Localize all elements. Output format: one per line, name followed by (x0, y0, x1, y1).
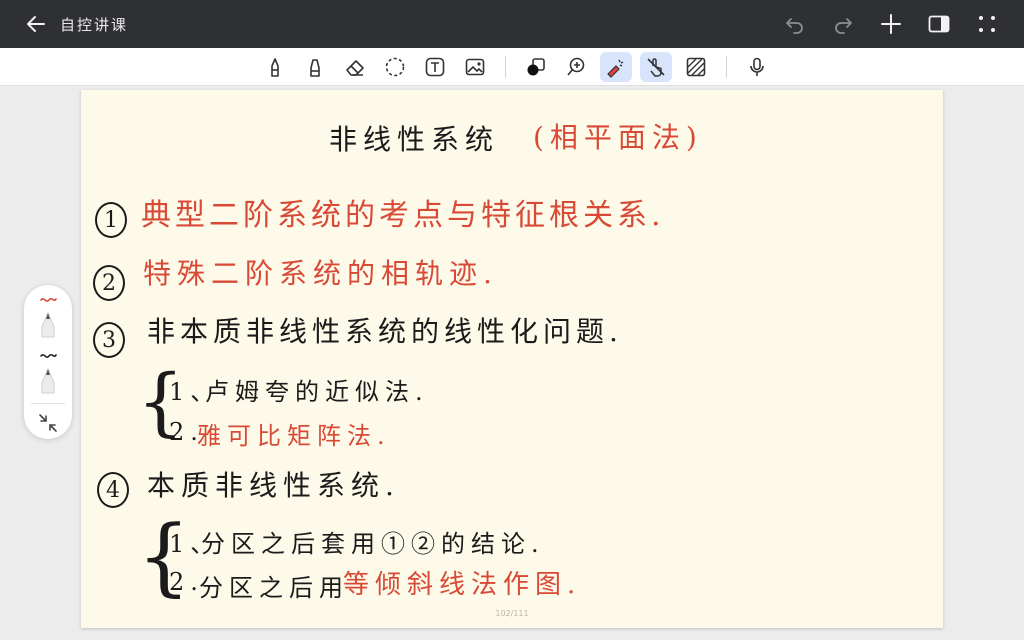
image-tool[interactable] (459, 52, 491, 82)
item-3-text: 非本质非线性系统的线性化问题. (147, 315, 623, 348)
app-top-bar: 自控讲课 (0, 0, 1024, 48)
quick-pen-red[interactable] (28, 291, 68, 341)
item-1-text: 典型二阶系统的考点与特征根关系. (141, 198, 665, 233)
highlighter-icon (310, 58, 320, 77)
sub3-item-1-text: 卢姆夸的近似法. (205, 378, 429, 406)
sub4-item-1-text: 分区之后套用①②的结论. (201, 530, 545, 558)
lasso-icon (385, 57, 405, 76)
quick-pen-black[interactable] (28, 347, 68, 397)
panel-divider (31, 403, 65, 404)
microphone-icon (750, 57, 764, 76)
undo-button[interactable] (774, 4, 816, 44)
laser-pointer-icon (607, 59, 624, 78)
toolbar-divider (505, 55, 506, 78)
pattern-icon (686, 57, 706, 76)
plus-icon (881, 14, 901, 34)
pattern-tool[interactable] (680, 52, 712, 82)
back-arrow-icon (27, 16, 45, 32)
touch-draw-icon (647, 57, 665, 77)
back-button[interactable] (12, 0, 60, 48)
sub4-item-2-text: 分区之后用 (199, 574, 349, 602)
pen-tool[interactable] (259, 52, 291, 82)
highlighter-tool[interactable] (299, 52, 331, 82)
redo-button[interactable] (822, 4, 864, 44)
more-grid-icon (979, 16, 995, 32)
red-pen-icon (40, 297, 57, 338)
lasso-tool[interactable] (379, 52, 411, 82)
eraser-tool[interactable] (339, 52, 371, 82)
note-title-method: (相平面法) (533, 121, 703, 154)
drawing-toolbar (0, 48, 1024, 86)
zoom-tool[interactable] (560, 52, 592, 82)
item-number-3: 3 (93, 322, 125, 358)
image-icon (465, 58, 485, 75)
sub3-item-2-text: 雅可比矩阵法. (197, 422, 391, 450)
item-2-text: 特殊二阶系统的相轨迹. (143, 257, 498, 290)
record-audio-tool[interactable] (741, 52, 773, 82)
text-box-tool[interactable] (419, 52, 451, 82)
zoom-icon (567, 57, 585, 76)
redo-icon (835, 18, 852, 34)
item-4-text: 本质非线性系统. (147, 469, 400, 502)
eraser-icon (346, 59, 364, 76)
shapes-tool[interactable] (520, 52, 552, 82)
item-number-1: 1 (95, 202, 127, 238)
page-indicator: 102/111 (495, 609, 529, 618)
note-title: 非线性系统 (329, 123, 500, 156)
black-pen-icon (40, 353, 57, 394)
undo-icon (786, 18, 803, 34)
shapes-icon (527, 57, 545, 75)
touch-draw-tool[interactable] (640, 51, 672, 82)
item-number-4: 4 (97, 472, 129, 508)
quick-pen-panel (24, 285, 72, 439)
add-page-button[interactable] (870, 4, 912, 44)
note-page[interactable]: 非线性系统 (相平面法) 1 典型二阶系统的考点与特征根关系. 2 特殊二阶系统… (81, 90, 943, 628)
sidebar-panel-icon (928, 15, 950, 33)
collapse-arrows-icon (39, 414, 57, 432)
laser-pointer-tool[interactable] (600, 51, 632, 82)
document-title: 自控讲课 (60, 15, 129, 34)
more-menu-button[interactable] (966, 4, 1008, 44)
collapse-panel-button[interactable] (28, 408, 68, 438)
text-box-icon (425, 57, 445, 76)
sub4-item-2-method: 等倾斜线法作图. (343, 570, 582, 600)
sidebar-toggle-button[interactable] (918, 4, 960, 44)
toolbar-divider (726, 55, 727, 78)
item-number-2: 2 (93, 265, 125, 301)
pen-icon (271, 57, 279, 77)
